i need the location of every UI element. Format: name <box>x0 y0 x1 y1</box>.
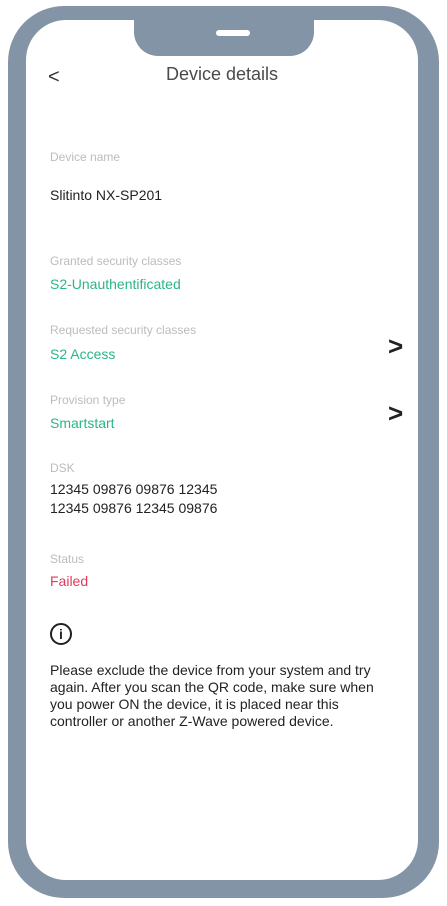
granted-security-value: S2-Unauthentificated <box>50 276 181 292</box>
dsk-line-2: 12345 09876 12345 09876 <box>50 500 218 516</box>
status-value: Failed <box>50 573 89 589</box>
requested-security-value: S2 Access <box>50 346 116 362</box>
status-label: Status <box>50 552 85 566</box>
granted-security-label: Granted security classes <box>50 254 182 268</box>
chevron-right-icon[interactable]: > <box>388 331 403 362</box>
dsk-line-1: 12345 09876 09876 12345 <box>50 481 218 497</box>
info-icon: i <box>50 623 72 645</box>
provision-type-label: Provision type <box>50 393 126 407</box>
dsk-label: DSK <box>50 461 75 475</box>
chevron-right-icon[interactable]: > <box>388 398 403 429</box>
page-title: Device details <box>165 64 279 84</box>
notch <box>134 20 314 56</box>
dsk-value: 12345 09876 09876 12345 12345 09876 1234… <box>50 480 217 518</box>
header: < Device details <box>26 62 418 102</box>
screen: < Device details Device name Slitinto NX… <box>26 20 418 880</box>
device-name-label: Device name <box>50 150 121 164</box>
device-name-value: Slitinto NX-SP201 <box>50 187 163 203</box>
speaker-bar <box>216 30 250 36</box>
requested-security-label: Requested security classes <box>50 323 197 337</box>
info-message: Please exclude the device from your syst… <box>50 662 374 729</box>
provision-type-value: Smartstart <box>50 415 115 431</box>
